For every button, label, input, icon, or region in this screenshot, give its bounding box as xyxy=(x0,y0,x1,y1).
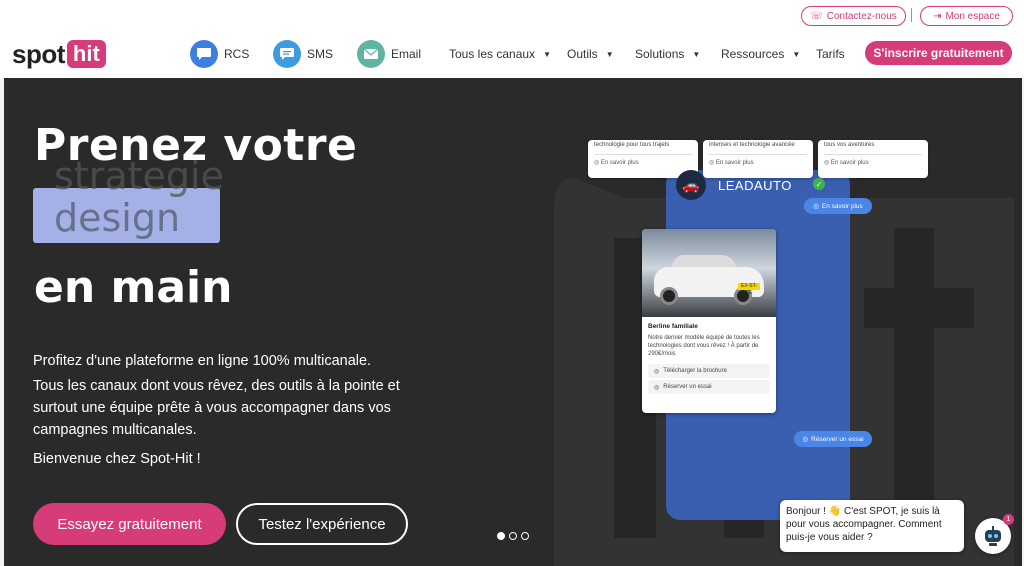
reserve-chip[interactable]: ◎ Réserver un essai xyxy=(794,431,872,447)
card-description: Notre dernier modèle équipé de toutes le… xyxy=(648,335,760,357)
hero-paragraph: Tous les canaux dont vous rêvez, des out… xyxy=(33,378,400,438)
hero-paragraph: Profitez d'une plateforme en ligne 100% … xyxy=(33,353,372,369)
nav-item-channels[interactable]: Tous les canaux ▼ xyxy=(449,42,551,66)
globe-icon: ◎ xyxy=(654,368,660,375)
nav-label: Outils xyxy=(567,47,598,61)
more-info-chip[interactable]: ◎ En savoir plus xyxy=(804,198,872,214)
download-brochure-button[interactable]: ◎ Télécharger la brochure xyxy=(648,364,770,378)
carousel-dot[interactable] xyxy=(521,532,529,540)
nav-label: Tarifs xyxy=(816,47,845,61)
nav-label: SMS xyxy=(307,47,334,61)
chevron-down-icon: ▼ xyxy=(792,49,801,59)
globe-icon: ◎ xyxy=(802,436,809,443)
account-label: Mon espace xyxy=(945,10,1000,22)
test-experience-button[interactable]: Testez l'expérience xyxy=(236,503,408,545)
card-text: intenses et technologie avancée xyxy=(709,142,795,148)
top-bar: ☏ Contactez-nous ⇥ Mon espace xyxy=(0,0,1024,30)
sender-name: LEADAUTO xyxy=(718,177,792,193)
nav-label: RCS xyxy=(224,47,250,61)
main-nav: spot hit RCS SMS Email Tous les canaux ▼… xyxy=(0,30,1024,78)
nav-item-pricing[interactable]: Tarifs xyxy=(816,42,845,66)
globe-icon: ◎ xyxy=(813,203,819,210)
signup-button[interactable]: S'inscrire gratuitement xyxy=(865,41,1012,65)
nav-label: Solutions xyxy=(635,47,685,61)
chevron-down-icon: ▼ xyxy=(543,49,551,59)
card-more-button[interactable]: ◎ En savoir plus xyxy=(594,154,692,166)
nav-item-solutions[interactable]: Solutions ▼ xyxy=(635,42,700,66)
card-title: Berline familiale xyxy=(648,323,698,330)
car-image: EX-ST-CE xyxy=(642,229,776,317)
account-button[interactable]: ⇥ Mon espace xyxy=(920,6,1013,26)
sender-header: 🚗 LEADAUTO xyxy=(676,170,792,200)
notification-badge: 1 xyxy=(1003,514,1014,525)
chatbot-message[interactable]: Bonjour ! 👋 C'est SPOT, je suis là pour … xyxy=(780,500,964,552)
sms-chat-icon xyxy=(273,40,301,68)
card-more-button[interactable]: ◎ En savoir plus xyxy=(709,154,807,166)
nav-label: Tous les canaux xyxy=(449,47,536,61)
phone-icon: ☏ xyxy=(810,10,823,22)
nav-item-sms[interactable]: SMS xyxy=(273,40,334,68)
verified-check-icon: ✓ xyxy=(813,178,825,190)
globe-icon: ◎ xyxy=(654,384,660,391)
book-test-button[interactable]: ◎ Réserver un essai xyxy=(648,380,770,394)
contact-button[interactable]: ☏ Contactez-nous xyxy=(801,6,906,26)
nav-item-resources[interactable]: Ressources ▼ xyxy=(721,42,800,66)
rich-card: EX-ST-CE Berline familiale Notre dernier… xyxy=(642,229,776,413)
logo[interactable]: spot hit xyxy=(12,38,106,70)
try-free-button[interactable]: Essayez gratuitement xyxy=(33,503,226,545)
chevron-down-icon: ▼ xyxy=(692,49,701,59)
hero-headline-line3: en main xyxy=(34,262,233,313)
hero-paragraph: Bienvenue chez Spot-Hit ! xyxy=(33,451,201,467)
card-more-button[interactable]: ◎ En savoir plus xyxy=(824,154,922,166)
rotating-word-previous: strategie xyxy=(54,154,224,198)
car-icon: 🚗 xyxy=(676,170,706,200)
logo-text-hit: hit xyxy=(66,40,106,68)
login-icon: ⇥ xyxy=(933,10,942,22)
nav-item-rcs[interactable]: RCS xyxy=(190,40,250,68)
carousel-dot[interactable] xyxy=(497,532,505,540)
carousel-dots xyxy=(497,532,529,540)
card-text: tous vos aventures xyxy=(824,142,875,148)
contact-label: Contactez-nous xyxy=(826,10,897,22)
hero-section: Prenez votre strategie design en main Pr… xyxy=(4,78,1022,566)
chevron-down-icon: ▼ xyxy=(605,49,614,59)
topbar-divider xyxy=(911,8,912,22)
nav-label: Email xyxy=(391,47,422,61)
carousel-card: tous vos aventures ◎ En savoir plus xyxy=(818,140,928,178)
rcs-chat-icon xyxy=(190,40,218,68)
nav-label: Ressources xyxy=(721,47,785,61)
nav-item-email[interactable]: Email xyxy=(357,40,422,68)
plate-text: EX-ST-CE xyxy=(738,283,760,296)
card-text: technologie pour tous trajets xyxy=(594,142,670,148)
email-icon xyxy=(357,40,385,68)
nav-item-tools[interactable]: Outils ▼ xyxy=(567,42,614,66)
rotating-word-current: design xyxy=(54,196,181,240)
logo-text-spot: spot xyxy=(12,38,65,69)
carousel-dot[interactable] xyxy=(509,532,517,540)
